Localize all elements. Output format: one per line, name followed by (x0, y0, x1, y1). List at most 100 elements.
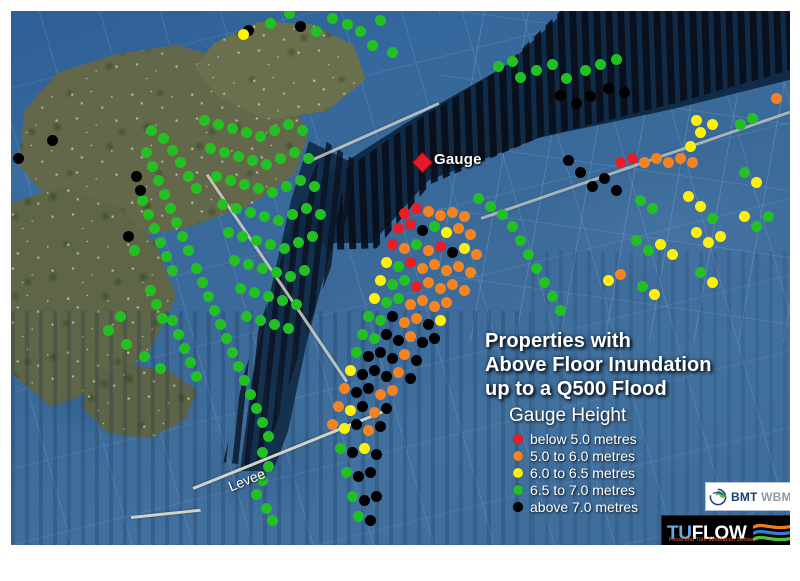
property-marker[interactable] (452, 222, 464, 234)
property-marker[interactable] (694, 266, 706, 278)
property-marker[interactable] (398, 316, 410, 328)
property-marker[interactable] (286, 208, 298, 220)
property-marker[interactable] (392, 292, 404, 304)
property-marker[interactable] (228, 254, 240, 266)
property-marker[interactable] (422, 244, 434, 256)
property-marker[interactable] (386, 384, 398, 396)
property-marker[interactable] (374, 14, 386, 26)
property-marker[interactable] (134, 184, 146, 196)
property-marker[interactable] (102, 324, 114, 336)
property-marker[interactable] (344, 364, 356, 376)
property-marker[interactable] (218, 146, 230, 158)
property-marker[interactable] (154, 362, 166, 374)
property-marker[interactable] (734, 118, 746, 130)
property-marker[interactable] (326, 12, 338, 24)
property-marker[interactable] (614, 268, 626, 280)
property-marker[interactable] (114, 310, 126, 322)
property-marker[interactable] (392, 260, 404, 272)
property-marker[interactable] (694, 200, 706, 212)
property-marker[interactable] (248, 286, 260, 298)
property-marker[interactable] (746, 112, 758, 124)
property-marker[interactable] (362, 382, 374, 394)
property-marker[interactable] (164, 202, 176, 214)
property-marker[interactable] (666, 248, 678, 260)
property-marker[interactable] (422, 318, 434, 330)
property-marker[interactable] (240, 310, 252, 322)
property-marker[interactable] (294, 20, 306, 32)
property-marker[interactable] (694, 126, 706, 138)
property-marker[interactable] (280, 180, 292, 192)
property-marker[interactable] (440, 226, 452, 238)
property-marker[interactable] (256, 262, 268, 274)
property-marker[interactable] (392, 366, 404, 378)
property-marker[interactable] (130, 170, 142, 182)
property-marker[interactable] (410, 238, 422, 250)
property-marker[interactable] (202, 290, 214, 302)
property-marker[interactable] (398, 242, 410, 254)
property-marker[interactable] (440, 264, 452, 276)
property-marker[interactable] (274, 152, 286, 164)
property-marker[interactable] (178, 342, 190, 354)
property-marker[interactable] (434, 209, 446, 221)
property-marker[interactable] (278, 242, 290, 254)
property-marker[interactable] (648, 288, 660, 300)
property-marker[interactable] (300, 202, 312, 214)
property-marker[interactable] (610, 53, 622, 65)
property-marker[interactable] (452, 260, 464, 272)
property-marker[interactable] (230, 202, 242, 214)
property-marker[interactable] (362, 350, 374, 362)
property-marker[interactable] (410, 312, 422, 324)
property-marker[interactable] (762, 210, 774, 222)
property-marker[interactable] (654, 238, 666, 250)
property-marker[interactable] (154, 236, 166, 248)
property-marker[interactable] (308, 180, 320, 192)
property-marker[interactable] (266, 186, 278, 198)
property-marker[interactable] (238, 374, 250, 386)
property-marker[interactable] (120, 338, 132, 350)
property-marker[interactable] (184, 356, 196, 368)
property-marker[interactable] (344, 404, 356, 416)
property-marker[interactable] (354, 25, 366, 37)
property-marker[interactable] (350, 346, 362, 358)
property-marker[interactable] (368, 364, 380, 376)
property-marker[interactable] (398, 348, 410, 360)
property-marker[interactable] (380, 370, 392, 382)
property-marker[interactable] (598, 172, 610, 184)
property-marker[interactable] (446, 278, 458, 290)
property-marker[interactable] (220, 332, 232, 344)
property-marker[interactable] (686, 156, 698, 168)
property-marker[interactable] (214, 318, 226, 330)
property-marker[interactable] (374, 388, 386, 400)
property-marker[interactable] (366, 39, 378, 51)
property-marker[interactable] (234, 282, 246, 294)
property-marker[interactable] (284, 270, 296, 282)
property-marker[interactable] (484, 200, 496, 212)
property-marker[interactable] (690, 226, 702, 238)
property-marker[interactable] (579, 64, 591, 76)
property-marker[interactable] (326, 418, 338, 430)
property-marker[interactable] (434, 282, 446, 294)
property-marker[interactable] (224, 174, 236, 186)
property-marker[interactable] (338, 382, 350, 394)
property-marker[interactable] (434, 314, 446, 326)
property-marker[interactable] (182, 170, 194, 182)
property-marker[interactable] (156, 312, 168, 324)
property-marker[interactable] (630, 234, 642, 246)
property-marker[interactable] (350, 386, 362, 398)
property-marker[interactable] (458, 242, 470, 254)
property-marker[interactable] (208, 304, 220, 316)
property-marker[interactable] (196, 276, 208, 288)
property-marker[interactable] (650, 152, 662, 164)
property-marker[interactable] (506, 220, 518, 232)
property-marker[interactable] (250, 488, 262, 500)
property-marker[interactable] (386, 238, 398, 250)
property-marker[interactable] (236, 230, 248, 242)
property-marker[interactable] (410, 202, 422, 214)
property-marker[interactable] (392, 222, 404, 234)
property-marker[interactable] (638, 156, 650, 168)
property-marker[interactable] (422, 205, 434, 217)
property-marker[interactable] (380, 256, 392, 268)
property-marker[interactable] (166, 314, 178, 326)
property-marker[interactable] (386, 278, 398, 290)
property-marker[interactable] (514, 71, 526, 83)
